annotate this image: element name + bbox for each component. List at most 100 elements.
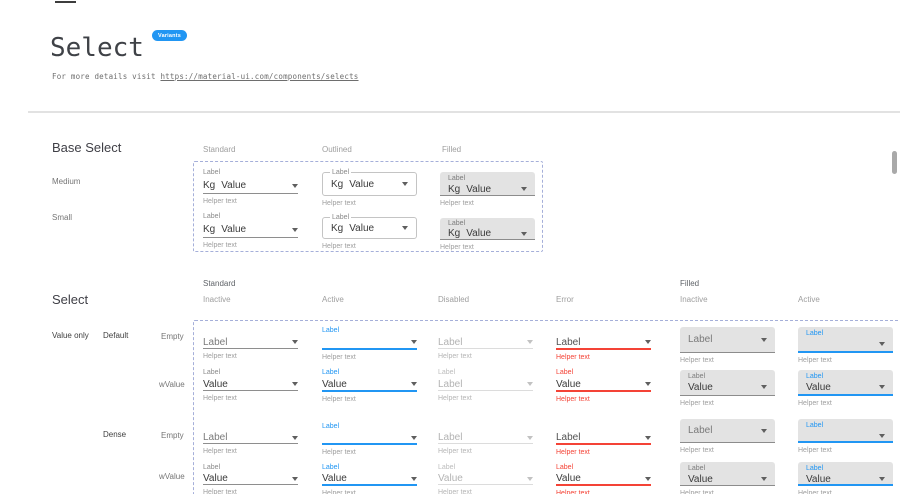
select-adornment: Kg (203, 224, 215, 235)
helper-text: Helper text (798, 357, 893, 365)
floating-label: Label (203, 368, 298, 378)
floating-label: Label (806, 419, 885, 430)
select-standard-error-dense-empty[interactable]: Label Helper text (556, 422, 651, 457)
floating-label-slot (203, 422, 298, 432)
select-value: Value (322, 473, 347, 484)
select-underline (203, 237, 298, 238)
base-filled-small-select[interactable]: Label Kg Value Helper text (440, 218, 535, 252)
select-value: Value (688, 382, 713, 393)
select-placeholder: Label (438, 337, 462, 348)
base-standard-small-select[interactable]: Label Kg Value Helper text (203, 212, 298, 250)
select-heading: Select (52, 292, 88, 307)
floating-label: Label (438, 368, 533, 378)
dropdown-caret-icon (292, 228, 298, 232)
select-label: Label (330, 213, 351, 222)
select-standard-error-default-empty[interactable]: Label Helper text (556, 326, 651, 362)
helper-text: Helper text (680, 447, 775, 455)
subtitle-link[interactable]: https://material-ui.com/components/selec… (160, 72, 358, 81)
select-standard-active-default-wvalue[interactable]: Label Value Helper text (322, 368, 417, 404)
base-standard-medium-select[interactable]: Label Kg Value Helper text (203, 168, 298, 206)
select-standard-inactive-dense-wvalue[interactable]: Label Value Helper text (203, 463, 298, 494)
floating-label: Label (322, 368, 417, 378)
dropdown-caret-icon (292, 382, 298, 386)
filled-field: Label (798, 327, 893, 353)
dropdown-caret-icon (761, 338, 767, 342)
filled-field: Label (798, 419, 893, 443)
select-standard-error-default-wvalue[interactable]: Label Value Helper text (556, 368, 651, 404)
floating-label: Label (688, 370, 767, 381)
select-filled-active-dense-wvalue[interactable]: Label Value Helper text (798, 462, 893, 494)
select-underline (322, 484, 417, 486)
row-header-medium: Medium (52, 177, 80, 186)
select-standard-inactive-dense-empty[interactable]: Label Helper text (203, 422, 298, 456)
select-standard-active-default-empty[interactable]: Label Helper text (322, 326, 417, 362)
select-value: Value (203, 473, 228, 484)
select-adornment: Kg (448, 228, 460, 239)
dropdown-caret-icon (761, 385, 767, 389)
select-underline (203, 193, 298, 194)
select-filled-inactive-dense-empty[interactable]: Label Helper text (680, 419, 775, 455)
floating-label-slot (203, 326, 298, 336)
select-adornment: Kg (331, 179, 343, 190)
select-label: Label (448, 172, 527, 183)
select-label: Label (330, 168, 351, 177)
select-label: Label (448, 218, 527, 228)
filled-field: Label Kg Value (440, 172, 535, 196)
select-filled-inactive-default-empty[interactable]: Label Helper text (680, 327, 775, 365)
dropdown-caret-icon (411, 436, 417, 440)
subtitle: For more details visit https://material-… (52, 72, 359, 81)
select-standard-active-dense-wvalue[interactable]: Label Value Helper text (322, 463, 417, 494)
base-outlined-medium-select[interactable]: Label Kg Value Helper text (322, 172, 417, 208)
select-filled-active-default-empty[interactable]: Label Helper text (798, 327, 893, 365)
row-header-wvalue-default: wValue (159, 380, 185, 389)
floating-label: Label (806, 462, 885, 473)
select-standard-inactive-default-wvalue[interactable]: Label Value Helper text (203, 368, 298, 403)
filled-field: Label Value (798, 462, 893, 486)
helper-text: Helper text (203, 448, 298, 456)
select-standard-disabled-default-wvalue[interactable]: Label Label Helper text (438, 368, 533, 403)
base-outlined-small-select[interactable]: Label Kg Value Helper text (322, 217, 417, 251)
select-standard-inactive-default-empty[interactable]: Label Helper text (203, 326, 298, 361)
select-underline (556, 484, 651, 486)
select-standard-disabled-default-empty[interactable]: Label Helper text (438, 326, 533, 361)
dropdown-caret-icon (645, 477, 651, 481)
base-filled-medium-select[interactable]: Label Kg Value Helper text (440, 172, 535, 208)
outlined-field: Label Kg Value (322, 217, 417, 239)
select-adornment: Kg (203, 180, 215, 191)
helper-text: Helper text (680, 357, 775, 365)
select-value: Value (221, 224, 246, 235)
select-standard-active-dense-empty[interactable]: Label Helper text (322, 422, 417, 457)
select-adornment: Kg (448, 184, 460, 195)
scrollbar-thumb[interactable] (892, 151, 897, 174)
select-filled-active-dense-empty[interactable]: Label Helper text (798, 419, 893, 455)
row-header-empty-default: Empty (161, 332, 184, 341)
select-filled-inactive-dense-wvalue[interactable]: Label Value Helper text (680, 462, 775, 494)
dropdown-caret-icon (645, 340, 651, 344)
select-standard-error-dense-wvalue[interactable]: Label Value Helper text (556, 463, 651, 494)
select-underline (203, 390, 298, 391)
select-standard-disabled-dense-wvalue[interactable]: Label Value Helper text (438, 463, 533, 494)
floating-label: Label (556, 368, 651, 378)
dropdown-caret-icon (879, 385, 885, 389)
select-filled-active-default-wvalue[interactable]: Label Value Helper text (798, 370, 893, 408)
floating-label-slot (556, 422, 651, 432)
helper-text: Helper text (203, 353, 298, 361)
floating-label: Label (556, 463, 651, 473)
dropdown-caret-icon (292, 184, 298, 188)
helper-text: Helper text (322, 490, 417, 494)
helper-text: Helper text (438, 395, 533, 403)
select-standard-disabled-dense-empty[interactable]: Label Helper text (438, 422, 533, 456)
floating-label-slot (438, 326, 533, 336)
select-filled-inactive-default-wvalue[interactable]: Label Value Helper text (680, 370, 775, 408)
select-placeholder: Label (203, 432, 227, 443)
helper-text: Helper text (203, 489, 298, 494)
select-placeholder: Label (438, 432, 462, 443)
floating-label: Label (322, 422, 417, 432)
dropdown-caret-icon (527, 340, 533, 344)
select-placeholder: Label (203, 337, 227, 348)
helper-text: Helper text (203, 198, 298, 206)
floating-label-slot (556, 326, 651, 336)
floating-label: Label (806, 370, 885, 381)
select-label: Label (203, 212, 298, 222)
helper-text: Helper text (322, 200, 417, 208)
